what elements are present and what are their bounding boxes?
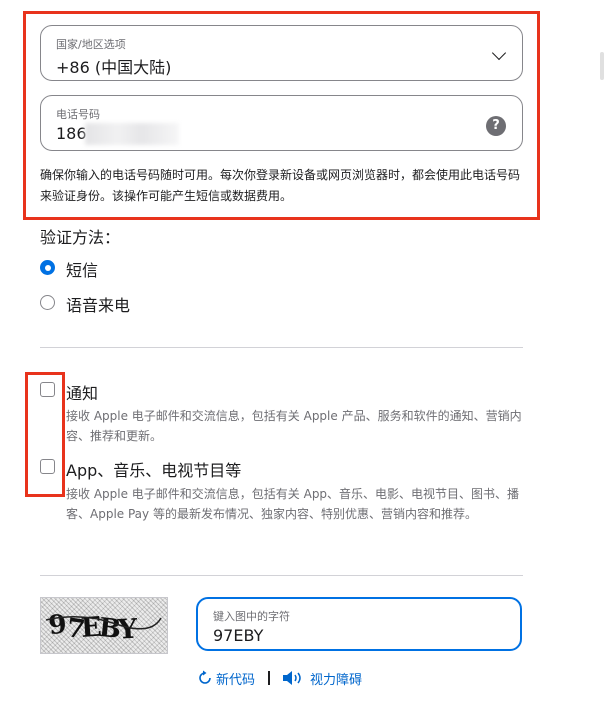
- new-code-label[interactable]: 新代码: [216, 669, 255, 688]
- captcha-image: 9 7 E B Y: [40, 597, 168, 654]
- help-icon[interactable]: ?: [486, 116, 506, 136]
- phone-note: 确保你输入的电话号码随时可用。每次你登录新设备或网页浏览器时，都会使用此电话号码…: [40, 168, 521, 203]
- captcha-input-value[interactable]: 97EBY: [213, 626, 263, 645]
- checkbox-apps-music-tv-title[interactable]: App、音乐、电视节目等: [66, 457, 241, 481]
- speaker-icon: [283, 671, 301, 685]
- country-select[interactable]: 国家/地区选项 +86 (中国大陆): [40, 25, 523, 81]
- checkbox-notifications-description: 接收 Apple 电子邮件和交流信息，包括有关 Apple 产品、服务和软件的通…: [66, 409, 522, 443]
- radio-sms-label[interactable]: 短信: [66, 257, 98, 281]
- radio-sms[interactable]: [40, 260, 55, 275]
- divider: [40, 347, 523, 348]
- phone-number-field[interactable]: 电话号码 186 ?: [40, 95, 523, 151]
- checkbox-apps-music-tv[interactable]: [40, 459, 55, 474]
- redacted-phone-digits: [85, 123, 179, 145]
- country-select-value: +86 (中国大陆): [56, 58, 172, 77]
- scrollbar[interactable]: [600, 52, 604, 80]
- radio-voice-call[interactable]: [40, 295, 55, 310]
- radio-voice-call-label[interactable]: 语音来电: [66, 292, 130, 316]
- checkbox-notifications[interactable]: [40, 382, 55, 397]
- checkbox-apps-music-tv-description: 接收 Apple 电子邮件和交流信息，包括有关 App、音乐、电影、电视节目、图…: [66, 487, 520, 521]
- captcha-input[interactable]: 键入图中的字符 97EBY: [196, 597, 522, 651]
- checkbox-notifications-title[interactable]: 通知: [66, 380, 98, 404]
- captcha-glyphs: 9 7 E B Y: [45, 610, 162, 646]
- divider: [40, 575, 523, 576]
- refresh-icon: [199, 670, 211, 684]
- country-select-label: 国家/地区选项: [56, 38, 126, 51]
- verify-method-title: 验证方法：: [40, 228, 121, 247]
- chevron-down-icon: [491, 45, 507, 61]
- vision-impaired-label[interactable]: 视力障碍: [310, 669, 362, 688]
- captcha-input-label: 键入图中的字符: [213, 610, 290, 623]
- link-separator: [268, 671, 270, 685]
- svg-text:Y: Y: [116, 614, 139, 646]
- phone-number-label: 电话号码: [56, 108, 100, 121]
- phone-number-value: 186: [56, 124, 87, 143]
